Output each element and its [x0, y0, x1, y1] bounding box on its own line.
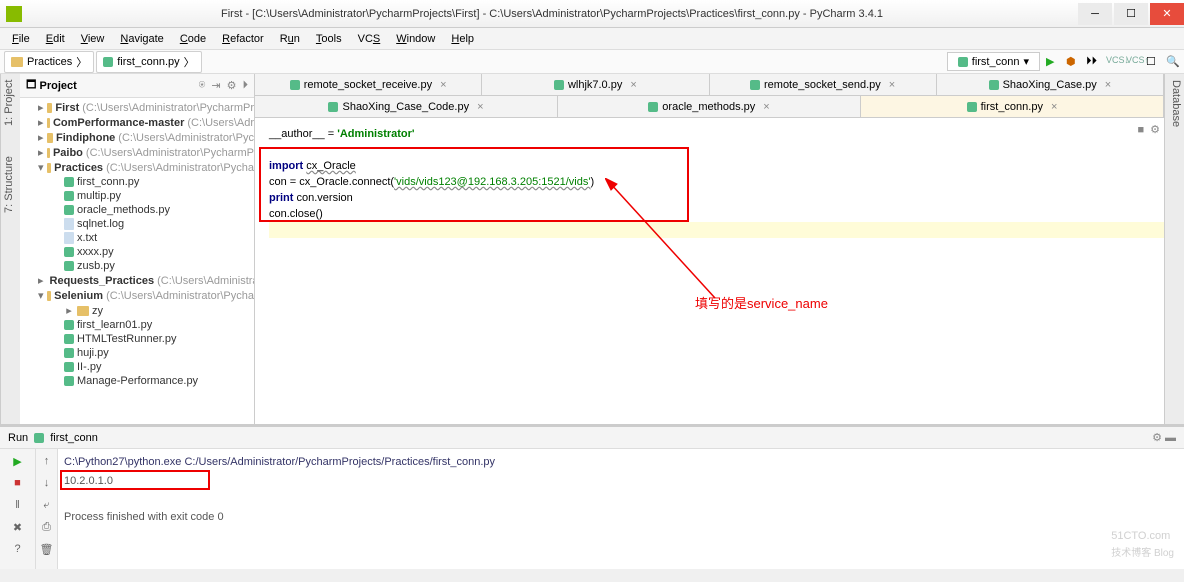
- up-icon[interactable]: ↑: [39, 453, 55, 469]
- close-run-icon[interactable]: ✖: [10, 519, 26, 535]
- console-output[interactable]: C:\Python27\python.exe C:/Users/Administ…: [58, 449, 1184, 569]
- console-exit-line: Process finished with exit code 0: [64, 508, 1178, 526]
- annotation-arrow: [605, 178, 725, 308]
- menu-tools[interactable]: Tools: [310, 31, 348, 47]
- navigation-bar: Practices〉 first_conn.py〉 first_conn▾ ▶ …: [0, 50, 1184, 74]
- scroll-from-source-icon[interactable]: ⍟: [199, 79, 206, 92]
- run-header: Run first_conn ⚙ ▬: [0, 427, 1184, 449]
- close-tab-icon[interactable]: ×: [477, 101, 483, 113]
- run-tool-window: Run first_conn ⚙ ▬ ▶ ■ ‖ ✖ ? ↑ ↓ ⤶ ⎙ 🗑 C…: [0, 424, 1184, 569]
- code-editor[interactable]: __author__ = 'Administrator' import cx_O…: [255, 118, 1164, 424]
- settings-icon[interactable]: ☐: [1146, 55, 1160, 69]
- vcs-commit-icon[interactable]: VCS↑: [1126, 55, 1140, 69]
- main-content: 7: Structure 1: Project 🗖 Project ⍟ ⇥ ⚙ …: [0, 74, 1184, 424]
- window-buttons: ─ ☐ ✕: [1076, 3, 1184, 25]
- tab-first-conn[interactable]: first_conn.py×: [861, 96, 1164, 117]
- python-file-icon: [958, 57, 968, 67]
- menu-help[interactable]: Help: [445, 31, 480, 47]
- rerun-icon[interactable]: ▶: [10, 453, 26, 469]
- close-tab-icon[interactable]: ×: [763, 101, 769, 113]
- vcs-update-icon[interactable]: VCS↓: [1106, 55, 1120, 69]
- tab-project[interactable]: 1: Project: [3, 80, 18, 126]
- menu-navigate[interactable]: Navigate: [114, 31, 169, 47]
- menubar: File Edit View Navigate Code Refactor Ru…: [0, 28, 1184, 50]
- tab-remote-send[interactable]: remote_socket_send.py×: [710, 74, 937, 95]
- window-title: First - [C:\Users\Administrator\PycharmP…: [28, 8, 1076, 20]
- folder-icon: [11, 57, 23, 67]
- debug-button-icon[interactable]: ⬢: [1066, 55, 1080, 69]
- project-tree[interactable]: ▸First (C:\Users\Administrator\PycharmPr…: [20, 98, 254, 424]
- inspection-indicator-icon[interactable]: ■: [1137, 122, 1144, 138]
- close-button[interactable]: ✕: [1150, 3, 1184, 25]
- close-tab-icon[interactable]: ×: [889, 79, 895, 91]
- project-panel-title: Project: [40, 80, 77, 92]
- minimize-button[interactable]: ─: [1078, 3, 1112, 25]
- python-file-icon: [34, 433, 44, 443]
- left-toolwindow-bar[interactable]: 7: Structure 1: Project: [0, 74, 20, 424]
- editor-area: remote_socket_receive.py× wlhjk7.0.py× r…: [255, 74, 1164, 424]
- tab-structure[interactable]: 7: Structure: [3, 156, 18, 213]
- close-tab-icon[interactable]: ×: [1051, 101, 1057, 113]
- annotation-text: 填写的是service_name: [695, 296, 828, 312]
- tab-wlhjk[interactable]: wlhjk7.0.py×: [482, 74, 709, 95]
- project-tool-window: 🗖 Project ⍟ ⇥ ⚙ ⏵ ▸First (C:\Users\Admin…: [20, 74, 255, 424]
- menu-vcs[interactable]: VCS: [352, 31, 387, 47]
- editor-tabs-row-1: remote_socket_receive.py× wlhjk7.0.py× r…: [255, 74, 1164, 96]
- tab-database[interactable]: Database: [1170, 80, 1182, 127]
- app-icon: [6, 6, 22, 22]
- menu-refactor[interactable]: Refactor: [216, 31, 270, 47]
- close-tab-icon[interactable]: ×: [440, 79, 446, 91]
- output-highlight-box: [60, 470, 210, 490]
- editor-gutter-icons: ■⚙: [1137, 122, 1160, 138]
- tab-remote-receive[interactable]: remote_socket_receive.py×: [255, 74, 482, 95]
- editor-settings-icon[interactable]: ⚙: [1150, 122, 1160, 138]
- help-icon[interactable]: ?: [10, 541, 26, 557]
- project-panel-header: 🗖 Project ⍟ ⇥ ⚙ ⏵: [20, 74, 254, 98]
- titlebar: First - [C:\Users\Administrator\PycharmP…: [0, 0, 1184, 28]
- menu-edit[interactable]: Edit: [40, 31, 71, 47]
- print-icon[interactable]: ⎙: [39, 519, 55, 535]
- stop-icon[interactable]: ■: [10, 475, 26, 491]
- editor-tabs-row-2: ShaoXing_Case_Code.py× oracle_methods.py…: [255, 96, 1164, 118]
- close-tab-icon[interactable]: ×: [630, 79, 636, 91]
- pause-icon[interactable]: ‖: [10, 497, 26, 513]
- menu-view[interactable]: View: [75, 31, 111, 47]
- tab-oracle-methods[interactable]: oracle_methods.py×: [558, 96, 861, 117]
- menu-run[interactable]: Run: [274, 31, 306, 47]
- collapse-all-icon[interactable]: ⇥: [211, 79, 220, 92]
- right-toolwindow-bar[interactable]: Database: [1164, 74, 1184, 424]
- down-icon[interactable]: ↓: [39, 475, 55, 491]
- close-tab-icon[interactable]: ×: [1105, 79, 1111, 91]
- hide-panel-icon[interactable]: ⏵: [243, 79, 249, 92]
- breadcrumb-file[interactable]: first_conn.py〉: [96, 51, 201, 73]
- run-button-icon[interactable]: ▶: [1046, 55, 1060, 69]
- run-label: Run: [8, 432, 28, 444]
- run-config-selector[interactable]: first_conn▾: [947, 52, 1040, 71]
- coverage-icon[interactable]: ⏵⏵: [1086, 55, 1100, 69]
- tab-shaoxing-case[interactable]: ShaoXing_Case.py×: [937, 74, 1164, 95]
- maximize-button[interactable]: ☐: [1114, 3, 1148, 25]
- python-file-icon: [103, 57, 113, 67]
- menu-code[interactable]: Code: [174, 31, 212, 47]
- settings-gear-icon[interactable]: ⚙: [227, 79, 237, 92]
- watermark: 51CTO.com技术博客 Blog: [1111, 524, 1174, 563]
- run-toolbar: ▶ ■ ‖ ✖ ?: [0, 449, 36, 569]
- console-command: C:\Python27\python.exe C:/Users/Administ…: [64, 453, 1178, 471]
- wrap-icon[interactable]: ⤶: [39, 497, 55, 513]
- run-settings-icon[interactable]: ⚙ ▬: [1152, 431, 1176, 444]
- breadcrumb-folder[interactable]: Practices〉: [4, 51, 94, 73]
- tab-shaoxing-code[interactable]: ShaoXing_Case_Code.py×: [255, 96, 558, 117]
- search-everywhere-icon[interactable]: 🔍: [1166, 55, 1180, 69]
- trash-icon[interactable]: 🗑: [39, 541, 55, 557]
- menu-file[interactable]: File: [6, 31, 36, 47]
- run-toolbar-2: ↑ ↓ ⤶ ⎙ 🗑: [36, 449, 58, 569]
- menu-window[interactable]: Window: [390, 31, 441, 47]
- run-config-name: first_conn: [50, 432, 98, 444]
